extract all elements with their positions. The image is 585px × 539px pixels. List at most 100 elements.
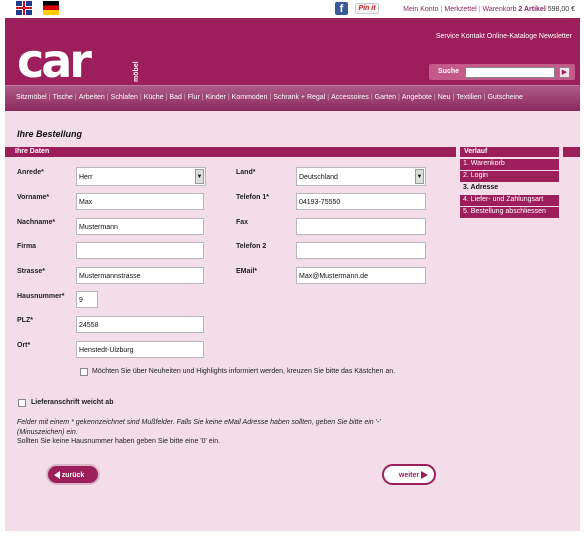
nav-separator: | <box>227 94 230 101</box>
firma-field[interactable] <box>76 242 204 259</box>
facebook-icon[interactable]: f <box>335 2 348 15</box>
nav-item[interactable]: Accessoires <box>331 94 369 101</box>
next-button-label: weiter <box>398 472 420 479</box>
section-title: Ihre Daten <box>15 148 50 155</box>
header: car möbel Service Kontakt Online-Katalog… <box>5 18 580 85</box>
header-links[interactable]: Service Kontakt Online-Kataloge Newslett… <box>436 33 572 40</box>
hausnummer-field[interactable]: 9 <box>76 291 98 308</box>
chevron-down-icon: ▼ <box>415 169 424 184</box>
nav-item[interactable]: Bad <box>169 94 181 101</box>
nav-item[interactable]: Kommoden <box>232 94 268 101</box>
fax-label: Fax <box>236 219 249 226</box>
strasse-field[interactable]: Mustermannstrasse <box>76 267 204 284</box>
ort-field[interactable]: Henstedt-Ulzburg <box>76 341 204 358</box>
content: Ihre Bestellung Ihre Daten Anrede* Herr … <box>5 111 580 531</box>
verlauf-step[interactable]: 1. Warenkorb <box>460 159 559 170</box>
telefon1-label: Telefon 1* <box>236 194 269 201</box>
arrow-right-icon <box>421 471 428 479</box>
nachname-label: Nachname* <box>17 219 56 226</box>
anrede-label: Anrede* <box>17 169 44 176</box>
newsletter-label: Möchten Sie über Neuheiten und Highlight… <box>92 368 396 375</box>
top-links: Mein Konto | Merkzettel | Warenkorb 2 Artike… <box>403 6 575 13</box>
plz-field[interactable]: 24558 <box>76 316 204 333</box>
telefon2-label: Telefon 2 <box>236 243 267 250</box>
anrede-value: Herr <box>79 174 93 181</box>
main-nav: Sitzmöbel | Tische | Arbeiten | Schlafen | Küche… <box>5 85 580 111</box>
vorname-field[interactable]: Max <box>76 193 204 210</box>
nav-separator: | <box>327 94 330 101</box>
page: f Pin it Mein Konto | Merkzettel | Warenkorb… <box>0 0 585 539</box>
search-input[interactable] <box>465 67 555 78</box>
lieferanschrift-label: Lieferanschrift weicht ab <box>31 399 114 406</box>
verlauf-step: 3. Adresse <box>460 183 559 194</box>
section-header: Ihre Daten <box>5 147 456 157</box>
verlauf-step[interactable]: 2. Login <box>460 171 559 182</box>
nav-item[interactable]: Textilien <box>456 94 481 101</box>
arrow-left-icon <box>54 471 60 479</box>
telefon1-field[interactable]: 04193-75550 <box>296 193 426 210</box>
search-label: Suche <box>438 68 460 75</box>
nav-item[interactable]: Arbeiten <box>79 94 105 101</box>
nav-item[interactable]: Gutscheine <box>487 94 522 101</box>
nav-separator: | <box>483 94 486 101</box>
nav-item[interactable]: Schlafen <box>111 94 138 101</box>
nav-item[interactable]: Angebote <box>402 94 432 101</box>
hausnummer-label: Hausnummer* <box>17 293 65 300</box>
german-flag-icon[interactable] <box>43 1 59 15</box>
logo-subtitle: möbel <box>133 61 140 82</box>
back-button-label: zurück <box>61 472 85 479</box>
nav-item[interactable]: Küche <box>144 94 164 101</box>
nav-separator: | <box>452 94 455 101</box>
nav-separator: | <box>139 94 142 101</box>
merkzettel-link[interactable]: Merkzettel <box>444 6 476 13</box>
nav-item[interactable]: Flur <box>188 94 200 101</box>
nav-separator: | <box>269 94 272 101</box>
plz-label: PLZ* <box>17 317 33 324</box>
nav-item[interactable]: Schrank + Regal <box>273 94 325 101</box>
lieferanschrift-checkbox[interactable] <box>18 399 26 407</box>
firma-label: Firma <box>17 243 37 250</box>
land-label: Land* <box>236 169 256 176</box>
search-box: Suche ▶ <box>429 64 575 80</box>
back-button[interactable]: zurück <box>46 464 100 485</box>
next-button[interactable]: weiter <box>382 464 436 485</box>
hausnummer-note: Sollten Sie keine Hausnummer haben geben… <box>17 438 221 445</box>
verlauf-step: 5. Bestellung abschliessen <box>460 207 559 218</box>
anrede-select[interactable]: Herr ▼ <box>76 167 206 186</box>
cart-amount: 598,00 € <box>547 6 575 13</box>
email-label: EMail* <box>236 268 258 275</box>
nav-item[interactable]: Sitzmöbel <box>16 94 47 101</box>
nav-separator: | <box>48 94 51 101</box>
strasse-label: Strasse* <box>17 268 46 275</box>
land-value: Deutschland <box>299 174 338 181</box>
nav-separator: | <box>201 94 204 101</box>
nav-item[interactable]: Tische <box>53 94 73 101</box>
search-go-button[interactable]: ▶ <box>559 67 570 78</box>
nav-separator: | <box>433 94 436 101</box>
nav-item[interactable]: Neu <box>438 94 451 101</box>
fax-field[interactable] <box>296 218 426 235</box>
mein-konto-link[interactable]: Mein Konto <box>403 6 438 13</box>
nav-item[interactable]: Garten <box>375 94 396 101</box>
nachname-field[interactable]: Mustermann <box>76 218 204 235</box>
ort-label: Ort* <box>17 342 31 349</box>
land-select[interactable]: Deutschland ▼ <box>296 167 426 186</box>
nav-item[interactable]: Kinder <box>206 94 226 101</box>
pinterest-pin-it-button[interactable]: Pin it <box>355 3 379 14</box>
verlauf-steps: 1. Warenkorb 2. Login 3. Adresse 4. Liefer-… <box>460 159 559 219</box>
telefon2-field[interactable] <box>296 242 426 259</box>
nav-items: Sitzmöbel | Tische | Arbeiten | Schlafen | Küche… <box>16 94 523 101</box>
email-field[interactable]: Max@Mustermann.de <box>296 267 426 284</box>
logo[interactable]: car <box>17 38 92 84</box>
nav-separator: | <box>183 94 186 101</box>
required-fields-note-2: (Minuszeichen) ein. <box>17 429 78 436</box>
warenkorb-link[interactable]: Warenkorb <box>482 6 516 13</box>
nav-separator: | <box>370 94 373 101</box>
required-fields-note: Felder mit einem * gekennzeichnet sind M… <box>17 419 381 426</box>
vorname-label: Vorname* <box>17 194 50 201</box>
nav-separator: | <box>106 94 109 101</box>
nav-separator: | <box>74 94 77 101</box>
cart-article-count[interactable]: 2 Artikel <box>518 6 545 13</box>
uk-flag-icon[interactable] <box>16 1 32 15</box>
newsletter-checkbox[interactable] <box>80 368 88 376</box>
